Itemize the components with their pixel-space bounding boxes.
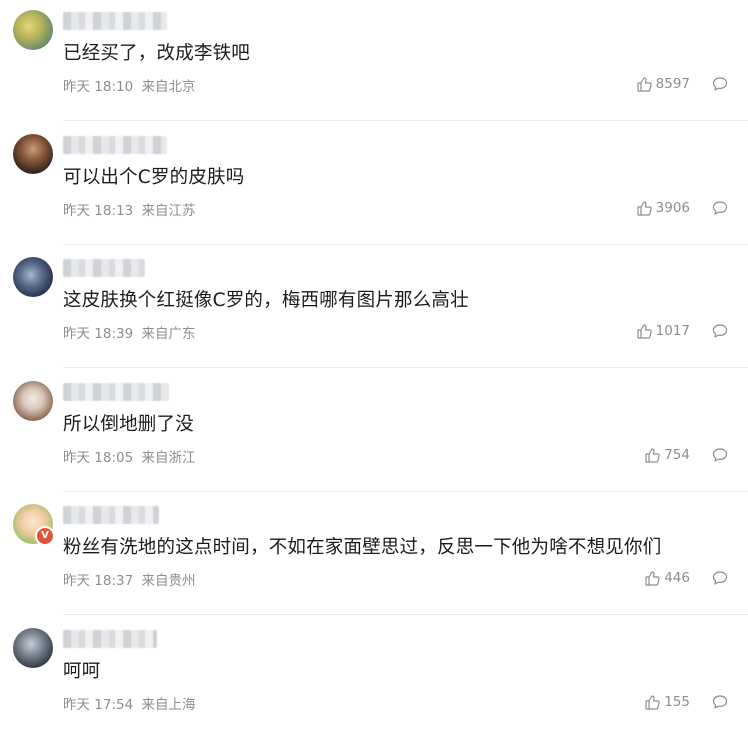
avatar[interactable] (13, 10, 53, 50)
comment-list: 已经买了，改成李铁吧 昨天 18:10 来自北京 8597 可以出个C罗的皮肤吗… (0, 0, 748, 737)
avatar[interactable] (13, 628, 53, 668)
comment-item: 呵呵 昨天 17:54 来自上海 155 (0, 618, 748, 742)
divider (63, 120, 748, 121)
comment-text: 已经买了，改成李铁吧 (63, 43, 251, 64)
comment-bubble-icon[interactable] (712, 570, 728, 586)
like-count: 446 (664, 570, 690, 586)
like-count: 8597 (655, 76, 690, 92)
blurred-username[interactable] (63, 259, 145, 277)
like-count: 155 (664, 694, 690, 710)
thumbs-up-icon[interactable] (636, 200, 652, 216)
comment-time: 昨天 18:10 (63, 79, 134, 95)
comment-meta: 昨天 18:05 来自浙江 (63, 446, 196, 466)
comment-meta: 昨天 18:13 来自江苏 (63, 199, 196, 219)
like-count: 1017 (655, 323, 690, 339)
comment-text: 这皮肤换个红挺像C罗的，梅西哪有图片那么高壮 (63, 290, 469, 311)
comment-meta: 昨天 18:37 来自贵州 (63, 569, 196, 589)
comment-time: 昨天 18:05 (63, 450, 134, 466)
like-count: 754 (664, 447, 690, 463)
comment-text: 可以出个C罗的皮肤吗 (63, 167, 245, 188)
comment-actions: 1017 (636, 321, 728, 341)
comment-location: 来自江苏 (141, 203, 196, 219)
thumbs-up-icon[interactable] (636, 323, 652, 339)
comment-time: 昨天 18:39 (63, 326, 134, 342)
comment-location: 来自广东 (141, 326, 196, 342)
blurred-username[interactable] (63, 506, 159, 524)
comment-bubble-icon[interactable] (712, 447, 728, 463)
thumbs-up-icon[interactable] (636, 76, 652, 92)
comment-bubble-icon[interactable] (712, 200, 728, 216)
thumbs-up-icon[interactable] (644, 570, 660, 586)
divider (63, 367, 748, 368)
comment-location: 来自贵州 (141, 573, 196, 589)
divider (63, 614, 748, 615)
thumbs-up-icon[interactable] (644, 694, 660, 710)
comment-actions: 3906 (636, 198, 728, 218)
comment-actions: 446 (644, 568, 728, 588)
blurred-username[interactable] (63, 630, 157, 648)
blurred-username[interactable] (63, 383, 169, 401)
comment-bubble-icon[interactable] (712, 694, 728, 710)
comment-location: 来自浙江 (141, 450, 196, 466)
comment-time: 昨天 18:13 (63, 203, 134, 219)
avatar[interactable] (13, 381, 53, 421)
comment-location: 来自北京 (141, 79, 196, 95)
comment-text: 所以倒地删了没 (63, 414, 194, 435)
blurred-username[interactable] (63, 136, 167, 154)
comment-meta: 昨天 18:39 来自广东 (63, 322, 196, 342)
comment-actions: 155 (644, 692, 728, 712)
comment-item: 已经买了，改成李铁吧 昨天 18:10 来自北京 8597 (0, 0, 748, 124)
thumbs-up-icon[interactable] (644, 447, 660, 463)
comment-text: 粉丝有洗地的这点时间，不如在家面壁思过，反思一下他为啥不想见你们 (63, 537, 662, 558)
comment-bubble-icon[interactable] (712, 323, 728, 339)
avatar[interactable]: V (13, 504, 55, 546)
comment-location: 来自上海 (141, 697, 196, 713)
comment-item: 可以出个C罗的皮肤吗 昨天 18:13 来自江苏 3906 (0, 124, 748, 248)
divider (63, 491, 748, 492)
comment-time: 昨天 18:37 (63, 573, 134, 589)
comment-bubble-icon[interactable] (712, 76, 728, 92)
comment-item: V 粉丝有洗地的这点时间，不如在家面壁思过，反思一下他为啥不想见你们 昨天 18… (0, 494, 748, 618)
comment-item: 所以倒地删了没 昨天 18:05 来自浙江 754 (0, 371, 748, 495)
comment-time: 昨天 17:54 (63, 697, 134, 713)
comment-text: 呵呵 (63, 661, 101, 682)
comment-actions: 8597 (636, 74, 728, 94)
verified-badge: V (35, 526, 55, 546)
divider (63, 244, 748, 245)
comment-actions: 754 (644, 445, 728, 465)
comment-meta: 昨天 17:54 来自上海 (63, 693, 196, 713)
comment-item: 这皮肤换个红挺像C罗的，梅西哪有图片那么高壮 昨天 18:39 来自广东 101… (0, 247, 748, 371)
avatar[interactable] (13, 134, 53, 174)
like-count: 3906 (655, 200, 690, 216)
blurred-username[interactable] (63, 12, 167, 30)
avatar[interactable] (13, 257, 53, 297)
comment-meta: 昨天 18:10 来自北京 (63, 75, 196, 95)
